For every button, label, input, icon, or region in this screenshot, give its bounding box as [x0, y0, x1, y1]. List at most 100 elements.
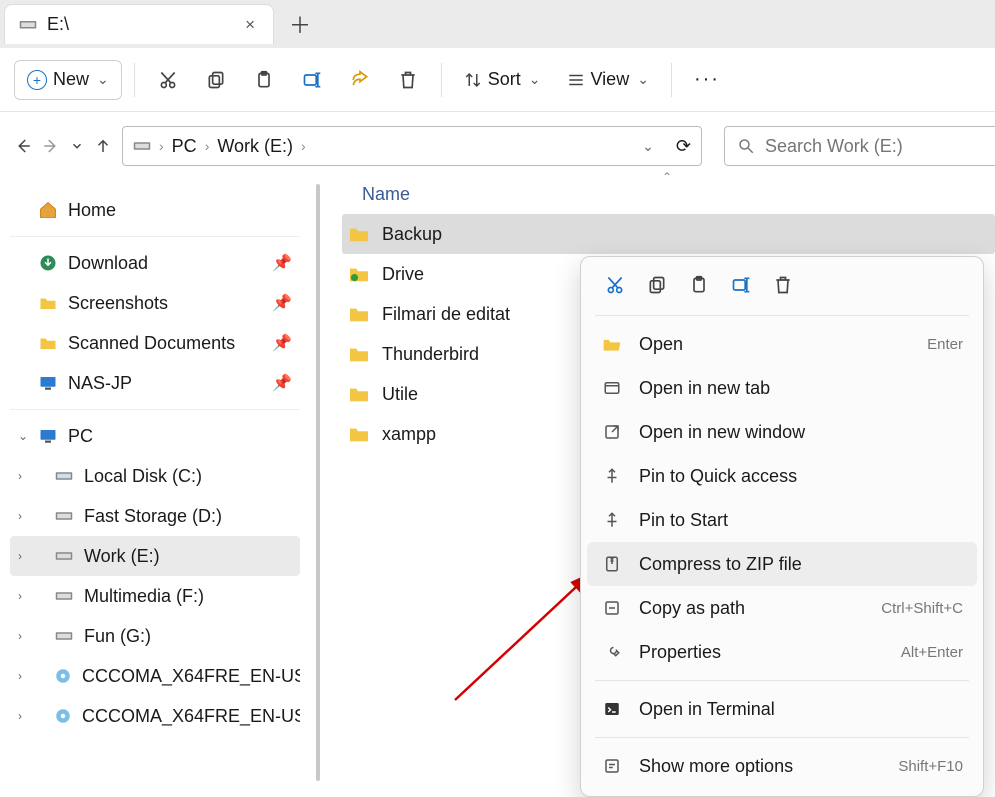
history-chevron[interactable]: ⌄ [642, 138, 654, 155]
tab-current[interactable]: E:\ × [4, 4, 274, 44]
sidebar-item-screenshots[interactable]: Screenshots 📌 [10, 283, 300, 323]
chevron-right-icon[interactable]: › [18, 709, 22, 723]
ctx-copy-path[interactable]: Copy as path Ctrl+Shift+C [587, 586, 977, 630]
sidebar-label: Screenshots [68, 293, 168, 314]
ctx-label: Open in new window [639, 422, 805, 443]
sort-icon [464, 71, 482, 89]
search-box[interactable] [724, 126, 995, 166]
sidebar-label: Fun (G:) [84, 626, 151, 647]
search-input[interactable] [765, 136, 995, 157]
ctx-compress-zip[interactable]: Compress to ZIP file [587, 542, 977, 586]
search-icon [737, 137, 755, 155]
crumb-label: PC [172, 136, 197, 157]
sidebar-home[interactable]: Home [10, 190, 300, 230]
chevron-down-icon[interactable]: ⌄ [18, 429, 28, 443]
address-row: › PC › Work (E:) › ⌄ ⟳ [0, 118, 995, 174]
view-button[interactable]: View ⌄ [557, 60, 659, 100]
shortcut: Ctrl+Shift+C [881, 600, 963, 617]
cut-button[interactable] [601, 271, 629, 299]
file-name: xampp [382, 424, 436, 445]
crumb-label: Work (E:) [217, 136, 293, 157]
download-icon [38, 253, 58, 273]
rename-button[interactable] [727, 271, 755, 299]
sidebar-drive-c[interactable]: › Local Disk (C:) [10, 456, 300, 496]
copy-button[interactable] [195, 60, 237, 100]
sidebar-drive-e[interactable]: › Work (E:) [10, 536, 300, 576]
chevron-right-icon[interactable]: › [159, 138, 164, 154]
sidebar-item-download[interactable]: Download 📌 [10, 243, 300, 283]
chevron-right-icon[interactable]: › [18, 669, 22, 683]
ctx-pin-quick[interactable]: Pin to Quick access [587, 454, 977, 498]
file-name: Utile [382, 384, 418, 405]
ctx-show-more[interactable]: Show more options Shift+F10 [587, 744, 977, 788]
ctx-pin-start[interactable]: Pin to Start [587, 498, 977, 542]
sidebar-drive-dvd1[interactable]: › CCCOMA_X64FRE_EN-US [10, 656, 300, 696]
forward-button[interactable] [42, 130, 60, 162]
new-button[interactable]: + New ⌄ [14, 60, 122, 100]
rename-button[interactable] [291, 60, 333, 100]
breadcrumb-work[interactable]: Work (E:) [217, 136, 293, 157]
folder-icon [348, 265, 370, 283]
new-tab-button[interactable]: ＋ [280, 4, 320, 44]
tab-icon [601, 379, 623, 397]
sidebar-label: Local Disk (C:) [84, 466, 202, 487]
ctx-label: Pin to Start [639, 510, 728, 531]
pin-icon: 📌 [272, 333, 292, 353]
sidebar-drive-d[interactable]: › Fast Storage (D:) [10, 496, 300, 536]
sidebar-item-nas[interactable]: NAS-JP 📌 [10, 363, 300, 403]
monitor-icon [38, 426, 58, 446]
chevron-right-icon[interactable]: › [18, 589, 22, 603]
folder-icon [38, 293, 58, 313]
drive-icon [54, 506, 74, 526]
sidebar-drive-f[interactable]: › Multimedia (F:) [10, 576, 300, 616]
paste-button[interactable] [685, 271, 713, 299]
chevron-down-icon: ⌄ [637, 71, 649, 88]
refresh-button[interactable]: ⟳ [676, 136, 691, 157]
recent-button[interactable] [70, 130, 84, 162]
folder-icon [348, 385, 370, 403]
chevron-right-icon[interactable]: › [205, 138, 210, 154]
sidebar-item-scanned[interactable]: Scanned Documents 📌 [10, 323, 300, 363]
shortcut: Alt+Enter [901, 644, 963, 661]
chevron-right-icon[interactable]: › [301, 138, 306, 154]
ctx-open-tab[interactable]: Open in new tab [587, 366, 977, 410]
ctx-open[interactable]: Open Enter [587, 322, 977, 366]
delete-button[interactable] [769, 271, 797, 299]
sort-button[interactable]: Sort ⌄ [454, 60, 551, 100]
drive-icon [54, 626, 74, 646]
chevron-right-icon[interactable]: › [18, 549, 22, 563]
ctx-open-window[interactable]: Open in new window [587, 410, 977, 454]
up-button[interactable] [94, 130, 112, 162]
share-button[interactable] [339, 60, 381, 100]
chevron-right-icon[interactable]: › [18, 469, 22, 483]
address-bar[interactable]: › PC › Work (E:) › ⌄ ⟳ [122, 126, 702, 166]
file-item-backup[interactable]: Backup [342, 214, 995, 254]
chevron-right-icon[interactable]: › [18, 509, 22, 523]
sidebar-drive-g[interactable]: › Fun (G:) [10, 616, 300, 656]
breadcrumb-pc[interactable]: PC [172, 136, 197, 157]
ctx-properties[interactable]: Properties Alt+Enter [587, 630, 977, 674]
more-button[interactable]: ··· [684, 60, 730, 100]
monitor-icon [38, 373, 58, 393]
separator [595, 680, 969, 681]
sidebar-drive-dvd2[interactable]: › CCCOMA_X64FRE_EN-US [10, 696, 300, 736]
delete-button[interactable] [387, 60, 429, 100]
ctx-label: Open [639, 334, 683, 355]
more-icon [601, 757, 623, 775]
close-icon[interactable]: × [241, 15, 259, 35]
folder-icon [348, 345, 370, 363]
ctx-terminal[interactable]: Open in Terminal [587, 687, 977, 731]
ctx-label: Compress to ZIP file [639, 554, 802, 575]
drive-icon [133, 139, 151, 153]
ctx-label: Copy as path [639, 598, 745, 619]
back-button[interactable] [14, 130, 32, 162]
sidebar-pc[interactable]: ⌄ PC [10, 416, 300, 456]
cut-button[interactable] [147, 60, 189, 100]
copy-button[interactable] [643, 271, 671, 299]
paste-button[interactable] [243, 60, 285, 100]
column-header-name[interactable]: ⌃ Name [342, 174, 995, 214]
chevron-right-icon[interactable]: › [18, 629, 22, 643]
sidebar-label: CCCOMA_X64FRE_EN-US [82, 706, 300, 727]
drive-icon [54, 586, 74, 606]
disc-icon [54, 666, 72, 686]
